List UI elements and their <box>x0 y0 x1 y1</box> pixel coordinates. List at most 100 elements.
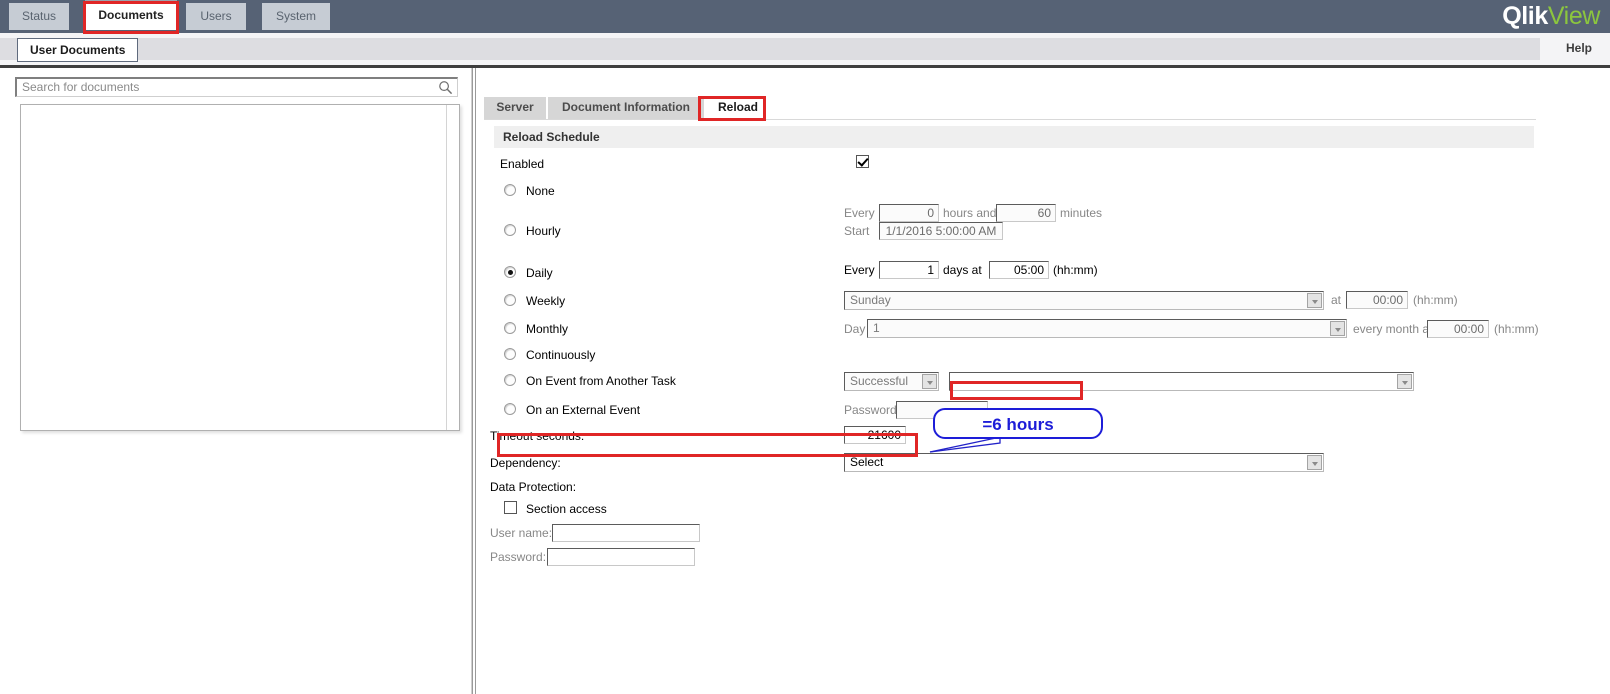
reload-schedule-title: Reload Schedule <box>494 126 1534 148</box>
hourly-start-input[interactable]: 1/1/2016 5:00:00 AM <box>879 222 1003 240</box>
radio-weekly[interactable] <box>504 294 516 306</box>
section-tab-user-documents[interactable]: User Documents <box>17 38 139 62</box>
option-row-continuously: Continuously <box>484 346 1536 368</box>
option-label-hourly: Hourly <box>526 224 561 238</box>
external-event-password-label: Password: <box>844 403 901 417</box>
reload-schedule-panel: Reload Schedule Enabled None Hourly Ever… <box>484 119 1539 679</box>
weekly-day-dropdown[interactable]: Sunday <box>844 291 1324 310</box>
logo-qlik-text: Qlik <box>1502 2 1548 30</box>
on-event-task-input[interactable] <box>949 372 1414 391</box>
on-event-status-dropdown[interactable]: Successful <box>844 372 939 391</box>
radio-daily[interactable] <box>504 266 516 278</box>
sub-tab-document-information[interactable]: Document Information <box>548 97 704 119</box>
daily-every-label: Every <box>844 263 875 277</box>
hourly-hours-input[interactable]: 0 <box>879 204 939 222</box>
hourly-hours-label: hours and <box>943 206 997 220</box>
timeout-annotation-text: =6 hours <box>982 415 1054 434</box>
radio-continuously[interactable] <box>504 348 516 360</box>
weekly-format-label: (hh:mm) <box>1413 293 1458 307</box>
section-access-row: Section access <box>484 498 1536 520</box>
chevron-down-icon[interactable] <box>1307 293 1322 308</box>
dependency-dropdown[interactable]: Select <box>844 453 1324 472</box>
radio-on-external-event[interactable] <box>504 403 516 415</box>
chevron-down-icon[interactable] <box>1397 374 1412 389</box>
enabled-row: Enabled <box>484 154 1536 178</box>
daily-days-label: days at <box>943 263 982 277</box>
sub-tab-reload[interactable]: Reload <box>706 97 770 119</box>
option-row-hourly: Hourly Every 0 hours and 60 minutes Star… <box>484 204 1536 248</box>
monthly-day-dropdown[interactable]: 1 <box>867 319 1347 338</box>
logo-view-text: View <box>1547 2 1601 30</box>
top-header-bar: QlikView Status Documents Users System <box>0 0 1610 33</box>
timeout-input[interactable]: 21600 <box>844 426 906 444</box>
hourly-minutes-label: minutes <box>1060 206 1103 220</box>
monthly-format-label: (hh:mm) <box>1494 322 1539 336</box>
radio-none[interactable] <box>504 184 516 196</box>
on-event-status-value: Successful <box>850 374 909 388</box>
user-name-input[interactable] <box>552 524 700 542</box>
daily-format-label: (hh:mm) <box>1053 263 1098 277</box>
hourly-minutes-input[interactable]: 60 <box>996 204 1056 222</box>
protection-password-label: Password: <box>490 550 547 564</box>
radio-hourly[interactable] <box>504 224 516 236</box>
reload-settings-panel: Server Document Information Reload Reloa… <box>478 68 1610 694</box>
weekly-day-value: Sunday <box>850 293 891 307</box>
qlikview-logo: QlikView <box>1502 1 1600 31</box>
main-tab-status[interactable]: Status <box>9 3 71 30</box>
timeout-annotation-callout: =6 hours <box>933 408 1103 439</box>
weekly-at-label: at <box>1331 293 1342 307</box>
hourly-start-label: Start <box>844 224 870 238</box>
chevron-down-icon[interactable] <box>922 374 937 389</box>
option-label-on-event-task: On Event from Another Task <box>526 374 676 388</box>
user-name-row: User name: <box>484 522 1536 546</box>
daily-time-input[interactable]: 05:00 <box>989 261 1049 279</box>
dependency-row: Dependency: Select <box>484 451 1536 477</box>
help-link[interactable]: Help <box>1566 41 1592 55</box>
main-tab-users[interactable]: Users <box>186 3 248 30</box>
hourly-every-label: Every <box>844 206 875 220</box>
search-input[interactable] <box>20 79 430 95</box>
protection-password-row: Password: <box>484 546 1536 570</box>
data-protection-row: Data Protection: <box>484 476 1536 498</box>
section-access-label: Section access <box>526 502 607 516</box>
monthly-time-input[interactable]: 00:00 <box>1427 320 1489 338</box>
protection-password-input[interactable] <box>547 548 695 566</box>
option-label-daily: Daily <box>526 266 553 280</box>
search-icon[interactable] <box>438 80 453 95</box>
option-row-daily: Daily Every 1 days at 05:00 (hh:mm) <box>484 261 1536 288</box>
chevron-down-icon[interactable] <box>1330 321 1345 336</box>
panel-divider[interactable] <box>472 68 476 694</box>
weekly-time-input[interactable]: 00:00 <box>1346 291 1408 309</box>
monthly-day-value: 1 <box>873 321 880 335</box>
sub-tab-server[interactable]: Server <box>484 97 546 119</box>
monthly-every-month-label: every month at <box>1353 322 1433 336</box>
document-list[interactable] <box>20 104 460 431</box>
option-label-weekly: Weekly <box>526 294 566 308</box>
option-label-continuously: Continuously <box>526 348 596 362</box>
enabled-label: Enabled <box>500 157 545 171</box>
radio-on-event-task[interactable] <box>504 374 516 386</box>
monthly-day-label: Day <box>844 322 866 336</box>
data-protection-label: Data Protection: <box>490 480 577 494</box>
option-row-none: None <box>484 182 1536 204</box>
main-tab-documents[interactable]: Documents <box>85 0 177 30</box>
user-name-label: User name: <box>490 526 553 540</box>
documents-sidebar <box>0 68 472 694</box>
option-row-weekly: Weekly Sunday at 00:00 (hh:mm) <box>484 291 1536 317</box>
chevron-down-icon[interactable] <box>1307 455 1322 470</box>
enabled-checkbox[interactable] <box>856 155 869 168</box>
dependency-label: Dependency: <box>490 456 561 470</box>
option-label-none: None <box>526 184 555 198</box>
option-row-on-event-task: On Event from Another Task Successful <box>484 372 1536 398</box>
document-list-scrollbar[interactable] <box>446 105 459 430</box>
timeout-label: Timeout seconds: <box>490 429 585 443</box>
search-box[interactable] <box>15 77 458 97</box>
option-row-monthly: Monthly Day 1 every month at 00:00 (hh:m… <box>484 318 1539 344</box>
section-access-checkbox[interactable] <box>504 501 517 514</box>
radio-monthly[interactable] <box>504 322 516 334</box>
dependency-value: Select <box>850 455 884 469</box>
qlikview-management-console: QlikView Status Documents Users System U… <box>0 0 1610 694</box>
daily-days-input[interactable]: 1 <box>879 261 939 279</box>
main-tab-system[interactable]: System <box>262 3 332 30</box>
option-label-on-external-event: On an External Event <box>526 403 641 417</box>
